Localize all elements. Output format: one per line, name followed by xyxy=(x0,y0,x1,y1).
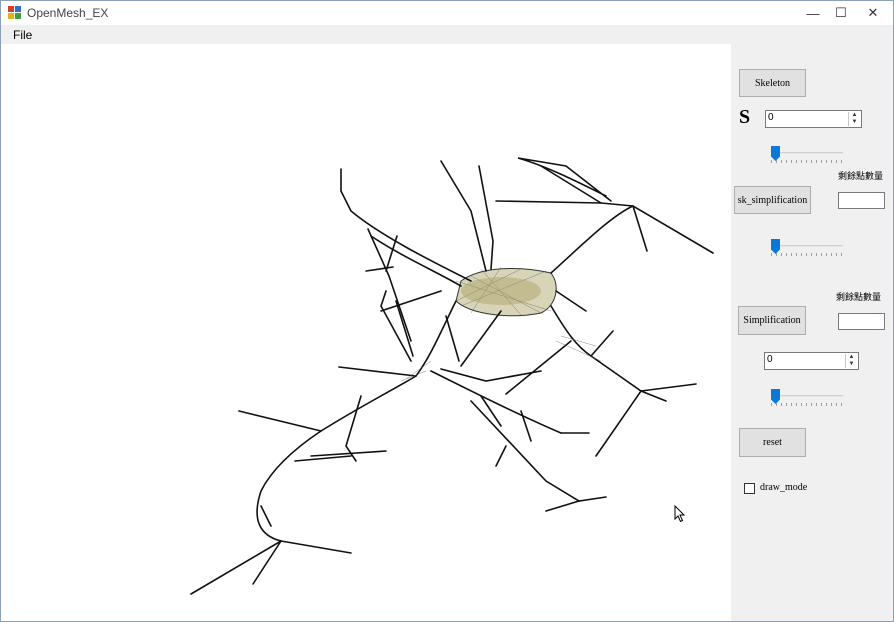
simplification-button[interactable]: Simplification xyxy=(738,306,806,335)
spin-down-icon[interactable]: ▼ xyxy=(846,361,857,368)
simplification-slider[interactable] xyxy=(771,389,851,409)
slider-ticks xyxy=(771,160,843,163)
menu-bar: File xyxy=(1,25,893,44)
spin-up-icon[interactable]: ▲ xyxy=(849,112,860,119)
remaining-points-label-2: 剩餘點數量 xyxy=(836,293,882,303)
draw-mode-checkbox[interactable] xyxy=(744,483,755,494)
slider-thumb[interactable] xyxy=(771,146,780,161)
remaining-points-field-1[interactable] xyxy=(838,192,885,209)
app-window: OpenMesh_EX — ☐ ✕ File Skeleton S 0 ▲ ▼ … xyxy=(0,0,894,622)
slider-thumb[interactable] xyxy=(771,389,780,404)
slider-ticks xyxy=(771,253,843,256)
s-spin-value: 0 xyxy=(768,112,774,123)
remaining-points-label-1: 剩餘點數量 xyxy=(838,172,884,182)
app-icon xyxy=(8,6,21,19)
s-spin-input[interactable]: 0 ▲ ▼ xyxy=(765,110,862,128)
maximize-icon: ☐ xyxy=(835,5,847,20)
simplification-spin-input[interactable]: 0 ▲ ▼ xyxy=(764,352,859,370)
spin-arrows[interactable]: ▲ ▼ xyxy=(845,354,857,368)
minimize-icon: — xyxy=(806,5,820,21)
mesh-viewport[interactable] xyxy=(1,44,731,621)
sk-simplification-button[interactable]: sk_simplification xyxy=(734,186,811,214)
spin-up-icon[interactable]: ▲ xyxy=(846,354,857,361)
window-title: OpenMesh_EX xyxy=(27,6,109,20)
slider-track xyxy=(771,245,843,247)
close-icon: ✕ xyxy=(867,5,879,20)
slider-ticks xyxy=(771,403,843,406)
slider-thumb[interactable] xyxy=(771,239,780,254)
skeleton-button[interactable]: Skeleton xyxy=(739,69,806,97)
mouse-cursor-icon xyxy=(674,505,686,523)
title-bar[interactable]: OpenMesh_EX — ☐ ✕ xyxy=(1,1,893,25)
menu-file[interactable]: File xyxy=(13,28,32,42)
slider-track xyxy=(771,395,843,397)
draw-mode-label: draw_mode xyxy=(760,482,808,493)
reset-button[interactable]: reset xyxy=(739,428,806,457)
simplification-spin-value: 0 xyxy=(767,354,773,365)
skeleton-slider[interactable] xyxy=(771,146,851,166)
spin-arrows[interactable]: ▲ ▼ xyxy=(848,112,860,126)
slider-track xyxy=(771,152,843,154)
mesh-render xyxy=(190,157,714,595)
remaining-points-field-2[interactable] xyxy=(838,313,885,330)
control-panel: Skeleton S 0 ▲ ▼ 剩餘點數量 sk_simplification… xyxy=(731,44,893,621)
spin-down-icon[interactable]: ▼ xyxy=(849,119,860,126)
close-button[interactable]: ✕ xyxy=(853,1,893,25)
s-label: S xyxy=(739,106,751,128)
sk-simplification-slider[interactable] xyxy=(771,239,851,259)
